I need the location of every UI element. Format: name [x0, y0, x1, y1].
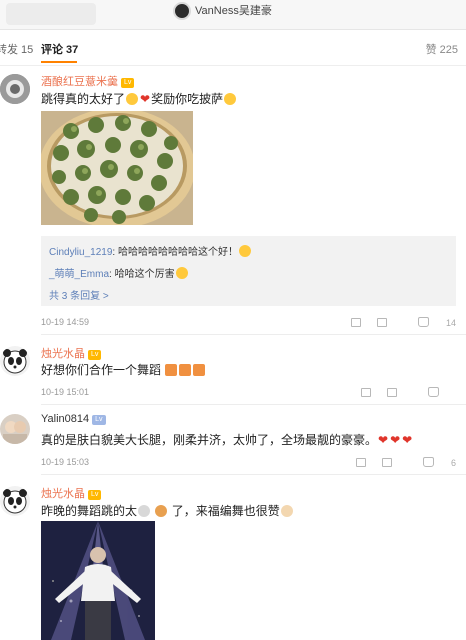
share-icon[interactable]: [355, 458, 366, 467]
sheep-emoji-icon: [138, 505, 151, 517]
like-button[interactable]: 6: [409, 457, 456, 468]
blurred-area: [6, 3, 96, 25]
thumb-up-icon: [422, 457, 434, 467]
emoji-icon: [175, 267, 188, 279]
like-count: 14: [445, 318, 456, 328]
comment-text: 真的是肤白貌美大长腿，刚柔并济，太帅了，全场最靓的豪豪。❤ ❤ ❤: [41, 431, 413, 448]
comment-username[interactable]: Yalin0814: [41, 413, 89, 425]
comment-time: 10-19 15:01: [41, 387, 90, 397]
like-button[interactable]: [414, 387, 456, 398]
share-icon[interactable]: [350, 318, 361, 327]
sticker-icon: [193, 364, 206, 376]
reply-username[interactable]: Cindyliu_1219: [49, 247, 112, 258]
emoji-icon: [155, 505, 168, 517]
reply-icon[interactable]: [387, 388, 398, 397]
thumbs-up-emoji-icon: [280, 505, 293, 517]
comment-header: Yalin0814 Lv: [41, 413, 106, 425]
comment-text: 好想你们合作一个舞蹈: [41, 361, 206, 378]
like-count: 6: [450, 458, 456, 468]
comment-text-part: 了，来福编舞也很赞: [171, 504, 280, 518]
comment-text: 昨晚的舞蹈跳的太 了，来福编舞也很赞: [41, 502, 294, 519]
more-replies-link[interactable]: 共 3 条回复 >: [49, 287, 109, 302]
pizza-photo[interactable]: [41, 111, 193, 225]
emoji-icon: [238, 245, 251, 257]
reply-item: Cindyliu_1219: 哈哈哈哈哈哈哈哈这个好！: [49, 243, 252, 258]
header-avatar[interactable]: [173, 2, 191, 20]
reply-box[interactable]: Cindyliu_1219: 哈哈哈哈哈哈哈哈这个好！ _萌萌_Emma: 哈哈…: [41, 236, 456, 306]
heart-icon: ❤: [140, 92, 151, 106]
reply-item: _萌萌_Emma: 哈哈这个厉害: [49, 265, 189, 280]
tab-likes[interactable]: 赞 225: [426, 41, 458, 57]
reply-text: : 哈哈哈哈哈哈哈哈这个好！: [112, 247, 238, 258]
comment-text: 跳得真的太好了 ❤奖励你吃披萨: [41, 90, 237, 107]
divider: [41, 404, 466, 405]
level-badge: Lv: [88, 490, 102, 500]
stage-photo[interactable]: [41, 521, 155, 640]
heart-icon: ❤: [378, 433, 389, 447]
thumb-up-icon: [428, 387, 439, 397]
comment-text-part: 真的是肤白貌美大长腿，刚柔并济，太帅了，全场最靓的豪豪。: [41, 433, 378, 447]
tab-underline: [41, 61, 77, 63]
avatar[interactable]: [0, 486, 30, 516]
top-bar: VanNess吴建豪: [0, 0, 466, 30]
comment-text-part: 跳得真的太好了: [41, 92, 126, 106]
panda-avatar-image: [0, 346, 30, 376]
comment-actions: 14: [337, 317, 456, 328]
heart-icon: ❤: [390, 433, 401, 447]
divider: [41, 334, 466, 335]
comment-username[interactable]: 酒酿红豆薏米羹: [41, 76, 118, 88]
emoji-icon: [126, 93, 139, 105]
comment-header: 烛光水晶 Lv: [41, 345, 102, 361]
tab-repost[interactable]: 转发 15: [0, 41, 33, 57]
like-button[interactable]: 14: [404, 317, 456, 328]
avatar[interactable]: [0, 74, 30, 104]
comment-username[interactable]: 烛光水晶: [41, 488, 85, 500]
comment-text-part: 奖励你吃披萨: [151, 92, 224, 106]
tab-bar: 转发 15 评论 37 赞 225: [0, 30, 466, 66]
comment-actions: 6: [342, 457, 456, 468]
sticker-icon: [165, 364, 178, 376]
avatar[interactable]: [0, 346, 30, 376]
tab-comments[interactable]: 评论 37: [41, 41, 78, 57]
sticker-icon: [179, 364, 192, 376]
reply-text: : 哈哈这个厉害: [109, 269, 175, 280]
thumb-up-icon: [417, 317, 429, 327]
panda-avatar-image: [0, 486, 30, 516]
avatar-image: [0, 74, 30, 104]
header-username[interactable]: VanNess吴建豪: [195, 2, 272, 18]
comment-text-part: 好想你们合作一个舞蹈: [41, 363, 162, 377]
comment-username[interactable]: 烛光水晶: [41, 348, 85, 360]
level-badge: Lv: [121, 78, 135, 88]
comment-header: 酒酿红豆薏米羹 Lv: [41, 73, 135, 89]
reply-username[interactable]: _萌萌_Emma: [49, 269, 109, 280]
comment-time: 10-19 14:59: [41, 317, 90, 327]
divider: [41, 474, 466, 475]
comment-actions: [347, 387, 456, 398]
level-badge: Lv: [92, 415, 106, 425]
heart-icon: ❤: [402, 433, 413, 447]
share-icon[interactable]: [360, 388, 371, 397]
avatar-image: [0, 414, 30, 444]
comment-text-part: 昨晚的舞蹈跳的太: [41, 504, 138, 518]
level-badge: Lv: [88, 350, 102, 360]
reply-icon[interactable]: [377, 318, 388, 327]
emoji-icon: [224, 93, 237, 105]
pizza-image: [41, 111, 193, 225]
reply-icon[interactable]: [382, 458, 393, 467]
comment-header: 烛光水晶 Lv: [41, 485, 102, 501]
avatar[interactable]: [0, 414, 30, 444]
comment-time: 10-19 15:03: [41, 457, 90, 467]
stage-image: [41, 521, 155, 640]
